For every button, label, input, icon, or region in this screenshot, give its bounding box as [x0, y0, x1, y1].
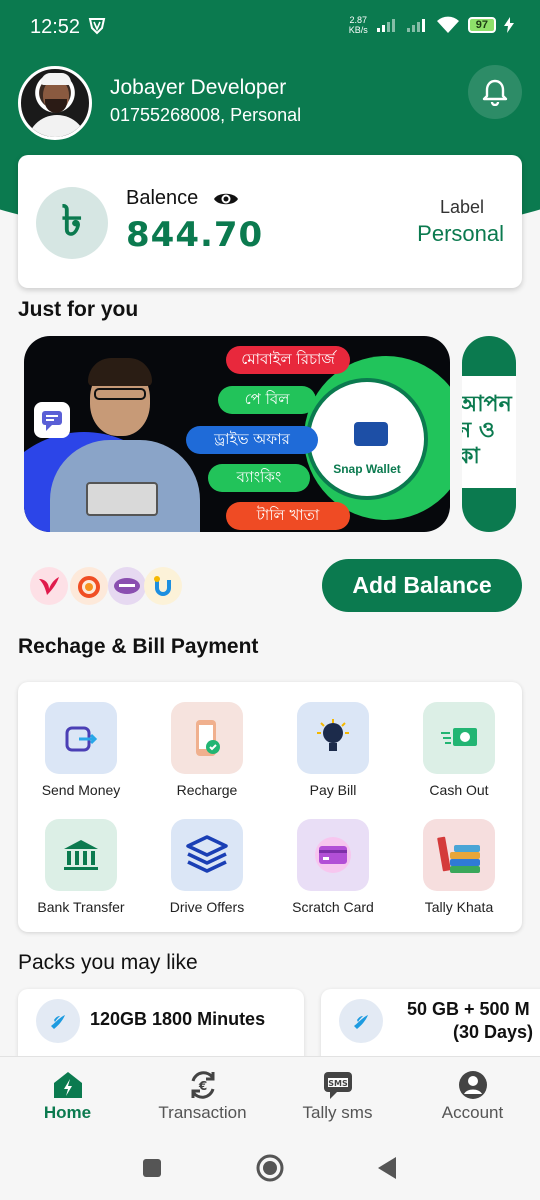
send-money-icon — [45, 702, 117, 774]
cash-out-icon — [423, 702, 495, 774]
home-system-icon[interactable] — [256, 1154, 284, 1182]
status-right: 2.87 KB/s 97 — [349, 15, 514, 35]
tablet-image — [86, 482, 158, 516]
service-bank-transfer[interactable]: Bank Transfer — [18, 819, 144, 935]
account-icon — [457, 1069, 489, 1101]
service-label: Send Money — [41, 782, 121, 798]
banner-person-glasses — [94, 388, 146, 400]
service-pay-bill[interactable]: Pay Bill — [270, 702, 396, 818]
brand-name: Snap Wallet — [333, 462, 401, 476]
banner-pill: পে বিল — [218, 386, 316, 414]
svg-text:SMS: SMS — [328, 1079, 348, 1088]
service-label: Tally Khata — [424, 899, 494, 915]
back-icon[interactable] — [376, 1156, 398, 1180]
service-label: Scratch Card — [292, 899, 374, 915]
balance-card[interactable]: ৳ Balence 844.70 Label Personal — [18, 155, 522, 288]
nav-tally-sms[interactable]: SMS Tally sms — [270, 1057, 405, 1139]
taka-icon: ৳ — [36, 187, 108, 259]
promo-banner[interactable]: Snap Wallet মোবাইল রিচার্জ পে বিল ড্রাইভ অ… — [24, 336, 450, 532]
charging-icon — [504, 17, 514, 33]
home-icon — [52, 1069, 84, 1101]
wallet-card-icon — [354, 422, 388, 446]
bottom-navigation: Home € Transaction SMS Tally sms Account — [0, 1056, 540, 1138]
app-root: 12:52 2.87 KB/s 97 Jobayer Developer 017… — [0, 0, 540, 1200]
services-grid: Send Money Recharge Pay Bill Cash Out Ba… — [18, 682, 522, 932]
books-icon — [423, 819, 495, 891]
banner2-text: আপন ন ও কা — [462, 392, 512, 469]
service-drive-offers[interactable]: Drive Offers — [144, 819, 270, 935]
bell-icon — [482, 79, 508, 106]
bank-icon — [45, 819, 117, 891]
status-time: 12:52 — [30, 16, 81, 38]
banner-person-hair — [88, 358, 152, 386]
service-label: Bank Transfer — [37, 899, 125, 915]
eye-icon[interactable] — [213, 190, 239, 208]
service-send-money[interactable]: Send Money — [18, 702, 144, 818]
balance-label: Balence — [126, 187, 199, 209]
service-recharge[interactable]: Recharge — [144, 702, 270, 818]
nav-account[interactable]: Account — [405, 1057, 540, 1139]
signal-1-icon — [376, 19, 395, 32]
banner-pill: ব্যাংকিং — [208, 464, 310, 492]
system-navigation — [0, 1138, 540, 1200]
network-speed: 2.87 KB/s — [349, 15, 368, 35]
nav-label: Tally sms — [302, 1103, 373, 1122]
user-phone: 01755268008, Personal — [110, 105, 302, 125]
layers-icon — [171, 819, 243, 891]
promo-banner-2[interactable]: আপন ন ও কা — [462, 336, 516, 532]
recharge-bill-title: Rechage & Bill Payment — [18, 635, 259, 658]
packs-title: Packs you may like — [18, 951, 198, 974]
just-for-you-title: Just for you — [18, 298, 139, 321]
chat-icon — [34, 402, 70, 438]
purple-partner-icon[interactable] — [108, 567, 146, 605]
account-label-value: Personal — [417, 221, 504, 246]
vpn-shield-icon — [88, 18, 106, 35]
service-label: Cash Out — [429, 782, 489, 798]
service-tally-khata[interactable]: Tally Khata — [396, 819, 522, 935]
nav-transaction[interactable]: € Transaction — [135, 1057, 270, 1139]
recharge-icon — [171, 702, 243, 774]
pay-bill-icon — [297, 702, 369, 774]
status-bar: 12:52 2.87 KB/s 97 — [0, 0, 540, 54]
balance-amount: 844.70 — [126, 215, 264, 255]
user-name: Jobayer Developer — [110, 76, 287, 99]
nav-label: Account — [441, 1103, 504, 1122]
wifi-icon — [436, 16, 459, 33]
pack-title-line2: (30 Days) — [453, 1022, 534, 1042]
telenor-logo-icon — [339, 999, 383, 1043]
battery-indicator: 97 — [467, 17, 496, 33]
pack-title: 120GB 1800 Minutes — [90, 1009, 266, 1029]
banner-pill: ড্রাইভ অফার — [186, 426, 318, 454]
account-label-title: Label — [439, 197, 484, 217]
network-speed-value: 2.87 — [349, 15, 367, 25]
telenor-logo-icon — [36, 999, 80, 1043]
service-label: Recharge — [176, 782, 238, 798]
scratch-card-icon — [297, 819, 369, 891]
service-cash-out[interactable]: Cash Out — [396, 702, 522, 818]
nav-home[interactable]: Home — [0, 1057, 135, 1139]
avatar[interactable] — [18, 66, 92, 140]
nav-label: Home — [43, 1103, 92, 1122]
notification-button[interactable] — [468, 65, 522, 119]
svg-text:€: € — [198, 1079, 207, 1093]
nav-label: Transaction — [158, 1103, 247, 1122]
transaction-icon: € — [187, 1069, 219, 1101]
add-balance-button[interactable]: Add Balance — [322, 559, 522, 612]
pack-title-line1: 50 GB + 500 M — [407, 999, 530, 1019]
service-label: Drive Offers — [169, 899, 245, 915]
bird-partner-icon[interactable] — [30, 567, 68, 605]
service-label: Pay Bill — [309, 782, 357, 798]
yellow-partner-icon[interactable] — [144, 567, 182, 605]
orange-partner-icon[interactable] — [70, 567, 108, 605]
recents-icon[interactable] — [142, 1158, 162, 1178]
profile-header: Jobayer Developer 01755268008, Personal — [18, 64, 522, 140]
service-scratch-card[interactable]: Scratch Card — [270, 819, 396, 935]
sms-icon: SMS — [322, 1069, 354, 1101]
banner-pill: টালি খাতা — [226, 502, 350, 530]
network-speed-unit: KB/s — [348, 25, 368, 35]
banner-pill: মোবাইল রিচার্জ — [226, 346, 350, 374]
signal-2-icon — [406, 19, 425, 32]
